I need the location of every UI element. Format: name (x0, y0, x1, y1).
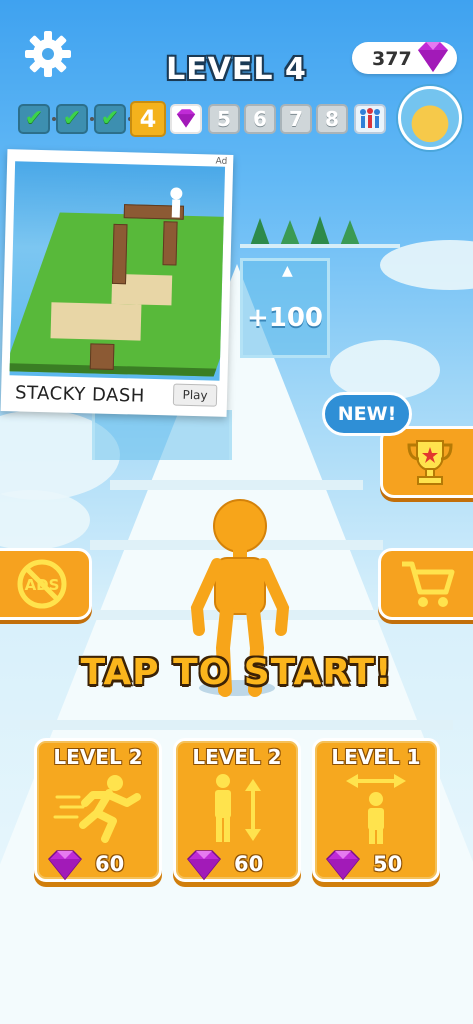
ad-title: STACKY DASH (14, 382, 146, 407)
stage-complete: ✔ (56, 104, 88, 134)
checkmark-icon: ✔ (62, 106, 82, 131)
gem-icon (176, 109, 196, 128)
stage-complete: ✔ (94, 104, 126, 134)
stage-future: 7 (280, 104, 312, 134)
upgrade-level: LEVEL 2 (192, 745, 282, 769)
upgrade-cost-value: 50 (373, 852, 403, 876)
upgrade-speed-card[interactable]: LEVEL 2 60 (34, 738, 162, 882)
upgrade-level: LEVEL 2 (53, 745, 143, 769)
tree-row (240, 216, 400, 248)
gate-value: +100 (246, 303, 324, 333)
no-ads-icon: ADS (17, 559, 67, 609)
ad-card[interactable]: Ad STACKY DASH Play (0, 149, 234, 417)
upgrade-icon-wrap (176, 771, 298, 847)
arrow-up-icon: ▲ (282, 263, 293, 279)
tap-to-start-label[interactable]: TAP TO START! (0, 652, 473, 693)
ad-image (9, 161, 226, 381)
upgrade-icon-wrap (37, 771, 159, 847)
shop-button[interactable] (378, 548, 473, 620)
world-icon (398, 86, 462, 150)
gem-count: 377 (372, 48, 412, 70)
stage-future: 6 (244, 104, 276, 134)
trophy-button[interactable] (380, 426, 473, 498)
track-stripe (110, 480, 363, 490)
stage-complete: ✔ (18, 104, 50, 134)
bonus-gate: ▲ +100 (240, 258, 330, 358)
track-stripe (20, 720, 453, 730)
upgrade-icon-wrap (315, 771, 437, 847)
checkmark-icon: ✔ (24, 106, 44, 131)
ad-brick (162, 221, 178, 266)
width-icon (346, 774, 406, 844)
ad-play-button[interactable]: Play (172, 383, 218, 407)
upgrade-width-card[interactable]: LEVEL 1 50 (312, 738, 440, 882)
stage-gem-bonus (170, 104, 202, 134)
ad-path (50, 302, 142, 341)
stage-future: 5 (208, 104, 240, 134)
upgrade-cost: 60 (180, 849, 294, 881)
gem-icon (325, 850, 361, 881)
trophy-icon (407, 440, 453, 485)
level-progress-bar: ✔ ✔ ✔ 4 5 6 7 8 (18, 100, 398, 138)
height-icon (215, 774, 261, 842)
gem-icon (47, 850, 83, 881)
checkmark-icon: ✔ (100, 106, 120, 131)
shopping-cart-icon (402, 561, 455, 607)
stage-boss (354, 104, 386, 134)
gem-counter: 377 (352, 42, 457, 74)
running-man-icon (53, 775, 141, 843)
upgrade-cost-value: 60 (234, 852, 264, 876)
new-badge: NEW! (322, 392, 412, 436)
ad-character (170, 187, 183, 218)
ad-tag: Ad (215, 156, 228, 167)
ad-brick (111, 223, 128, 285)
gate-lower (92, 410, 232, 460)
gem-icon (186, 850, 222, 881)
upgrade-level: LEVEL 1 (331, 745, 421, 769)
stage-future: 8 (316, 104, 348, 134)
upgrade-cost: 60 (41, 849, 155, 881)
stage-current: 4 (130, 101, 166, 137)
ad-brick (89, 343, 115, 370)
no-ads-button[interactable]: ADS (0, 548, 92, 620)
gem-icon (418, 42, 448, 72)
upgrade-cost: 50 (319, 849, 433, 881)
upgrade-height-card[interactable]: LEVEL 2 60 (173, 738, 301, 882)
upgrade-cost-value: 60 (95, 852, 125, 876)
crowd-icon (360, 108, 380, 128)
